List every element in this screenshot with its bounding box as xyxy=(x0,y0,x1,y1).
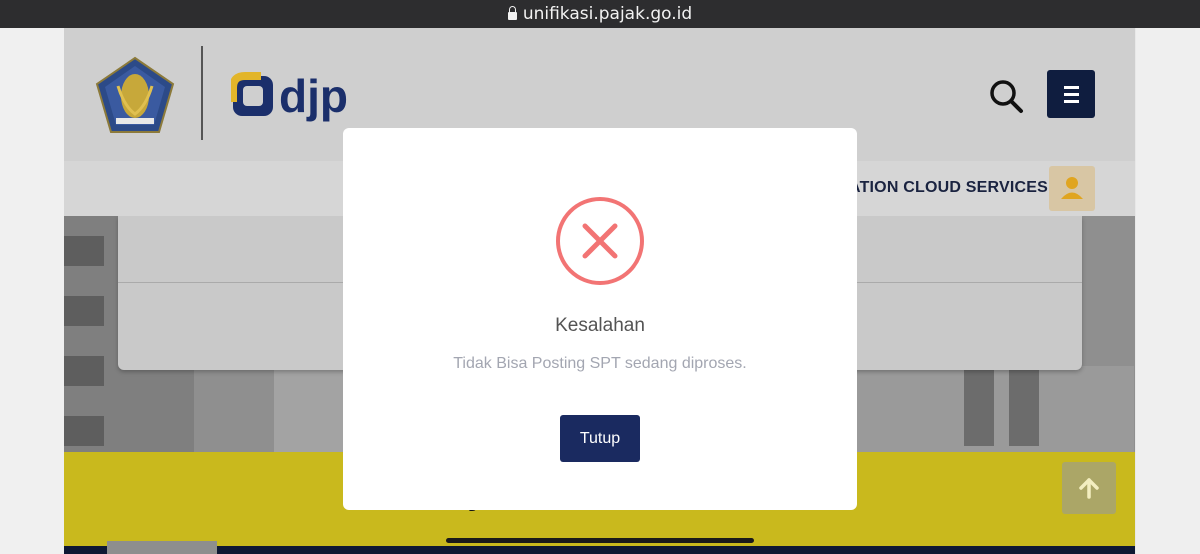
arrow-up-icon xyxy=(1079,478,1099,499)
djp-logo: djp xyxy=(231,70,348,122)
djp-logo-text: djp xyxy=(279,70,348,122)
error-x-icon xyxy=(556,197,644,285)
footer-band xyxy=(64,546,1135,554)
scroll-to-top-button[interactable] xyxy=(1062,462,1116,514)
search-icon[interactable] xyxy=(988,78,1024,114)
user-icon xyxy=(1061,177,1083,199)
user-account-button[interactable] xyxy=(1049,166,1095,211)
dialog-title: Kesalahan xyxy=(555,315,645,336)
browser-url-bar[interactable]: unifikasi.pajak.go.id xyxy=(0,0,1200,28)
kemenkeu-emblem-icon xyxy=(95,56,175,133)
menu-bar xyxy=(1063,99,1079,103)
lock-icon xyxy=(507,6,517,20)
nav-link-cloud-services[interactable]: ATION CLOUD SERVICES xyxy=(849,179,1048,197)
dialog-message: Tidak Bisa Posting SPT sedang diproses. xyxy=(453,355,747,372)
url-text[interactable]: unifikasi.pajak.go.id xyxy=(523,4,692,24)
page: djp ATION CLOUD SERVICES Kesalahan Tidak… xyxy=(0,28,1200,554)
menu-bar xyxy=(1063,85,1079,89)
hamburger-menu-button[interactable] xyxy=(1047,70,1095,118)
error-dialog: Kesalahan Tidak Bisa Posting SPT sedang … xyxy=(343,128,857,510)
home-indicator[interactable] xyxy=(446,538,754,543)
close-dialog-button[interactable]: Tutup xyxy=(560,415,640,462)
menu-bar xyxy=(1063,92,1079,96)
